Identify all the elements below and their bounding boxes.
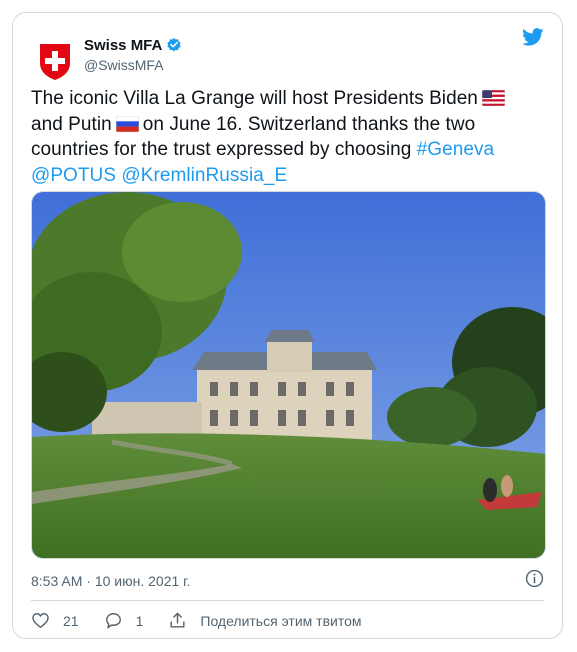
share-icon	[170, 612, 185, 628]
reply-button[interactable]: 1	[104, 611, 144, 630]
mention-kremlin-link[interactable]: @KremlinRussia_E	[121, 165, 287, 186]
tweet-text-part2: and Putin	[31, 113, 112, 135]
author-name[interactable]: Swiss MFA	[84, 37, 162, 54]
heart-icon	[32, 613, 49, 628]
verified-badge-icon	[167, 38, 182, 52]
reply-bubble-icon	[105, 613, 121, 629]
divider	[31, 600, 544, 601]
info-icon[interactable]	[525, 569, 544, 588]
mention-potus-link[interactable]: @POTUS	[31, 165, 116, 186]
villa-la-grange-photo[interactable]	[31, 191, 546, 559]
us-flag-icon	[481, 90, 505, 106]
hashtag-geneva-link[interactable]: #Geneva	[417, 139, 494, 160]
meta-separator: ·	[86, 573, 91, 589]
like-count: 21	[63, 612, 79, 629]
reply-count: 1	[135, 612, 144, 629]
tweet-time[interactable]: 8:53 AM	[31, 573, 82, 589]
share-button[interactable]: Поделиться этим твитом	[168, 611, 362, 630]
share-label: Поделиться этим твитом	[200, 612, 362, 629]
tweet-text-part1: The iconic Villa La Grange will host Pre…	[31, 88, 478, 109]
like-button[interactable]: 21	[31, 611, 79, 630]
twitter-bird-icon[interactable]	[520, 26, 546, 48]
tweet-card[interactable]: Swiss MFA @SwissMFA The iconic Villa La …	[12, 12, 563, 639]
author-handle[interactable]: @SwissMFA	[84, 57, 182, 73]
tweet-text: The iconic Villa La Grange will host Pre…	[31, 86, 546, 188]
russia-flag-icon	[115, 115, 139, 132]
tweet-actions: 21 1 Поделиться этим твитом	[31, 611, 387, 630]
tweet-timestamp[interactable]: 8:53 AM · 10 июн. 2021 г.	[31, 573, 190, 589]
tweet-author[interactable]: Swiss MFA @SwissMFA	[84, 35, 182, 73]
tweet-date[interactable]: 10 июн. 2021 г.	[95, 573, 191, 589]
swiss-cross-shield-icon[interactable]	[38, 43, 72, 81]
